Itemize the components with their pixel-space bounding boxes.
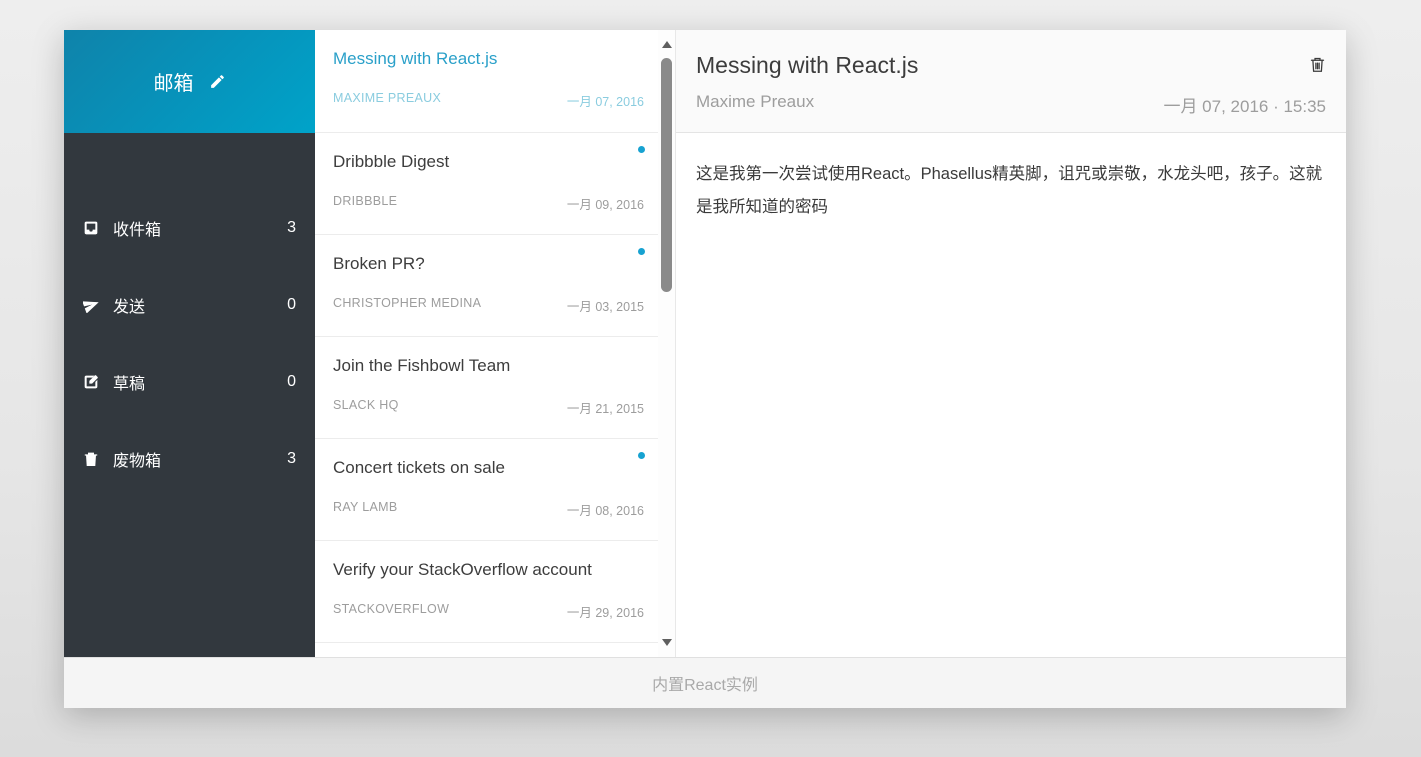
sidebar-item-label: 发送 bbox=[113, 298, 146, 316]
list-item[interactable]: Broken PR? CHRISTOPHER MEDINA 一月 03, 201… bbox=[315, 235, 658, 337]
unread-dot bbox=[638, 248, 645, 255]
list-item[interactable]: Verify your StackOverflow account STACKO… bbox=[315, 541, 658, 643]
email-sender: STACKOVERFLOW bbox=[333, 602, 450, 616]
email-subject: Dribbble Digest bbox=[333, 152, 450, 171]
scroll-down-arrow-icon[interactable] bbox=[661, 639, 672, 646]
inbox-icon bbox=[83, 220, 99, 236]
unread-dot bbox=[638, 452, 645, 459]
sidebar-item-label: 收件箱 bbox=[113, 221, 162, 239]
trash-icon bbox=[1310, 57, 1325, 72]
list-item[interactable]: Messing with React.js MAXIME PREAUX 一月 0… bbox=[315, 30, 658, 133]
email-sender: MAXIME PREAUX bbox=[333, 91, 442, 105]
edit-icon bbox=[83, 374, 99, 390]
email-date: 一月 09, 2016 bbox=[566, 198, 644, 212]
list-item[interactable]: Join the Fishbowl Team SLACK HQ 一月 21, 2… bbox=[315, 337, 658, 439]
app-footer: 内置React实例 bbox=[64, 657, 1346, 708]
email-date: 一月 08, 2016 bbox=[566, 504, 644, 518]
email-date: 一月 03, 2015 bbox=[566, 300, 644, 314]
mailbox-title: 邮箱 bbox=[153, 73, 194, 95]
inbox-count: 3 bbox=[287, 218, 296, 236]
email-list-panel: Messing with React.js MAXIME PREAUX 一月 0… bbox=[315, 30, 675, 657]
list-scrollbar[interactable] bbox=[658, 30, 675, 657]
email-list: Messing with React.js MAXIME PREAUX 一月 0… bbox=[315, 30, 658, 657]
email-detail-panel: Messing with React.js Maxime Preaux 一月 0… bbox=[675, 30, 1346, 657]
paper-plane-icon bbox=[83, 297, 99, 313]
email-date: 一月 29, 2016 bbox=[566, 606, 644, 620]
trash-icon bbox=[83, 451, 99, 467]
email-subject: Concert tickets on sale bbox=[333, 458, 505, 477]
main-area: 邮箱 收件箱 3 发送 0 草稿 0 废物箱 3 Messing with Re… bbox=[64, 30, 1346, 657]
sent-count: 0 bbox=[287, 295, 296, 313]
email-detail-sender: Maxime Preaux bbox=[696, 92, 815, 111]
sidebar-item-drafts[interactable]: 草稿 0 bbox=[64, 343, 315, 420]
sidebar-menu: 收件箱 3 发送 0 草稿 0 废物箱 3 bbox=[64, 133, 315, 497]
email-sender: RAY LAMB bbox=[333, 500, 398, 514]
sidebar-item-trash[interactable]: 废物箱 3 bbox=[64, 420, 315, 497]
compose-header[interactable]: 邮箱 bbox=[64, 30, 315, 133]
delete-email-button[interactable] bbox=[1309, 55, 1326, 74]
email-body: 这是我第一次尝试使用React。Phasellus精英脚，诅咒或崇敬，水龙头吧，… bbox=[696, 165, 1323, 216]
email-sender: DRIBBBLE bbox=[333, 194, 398, 208]
email-sender: SLACK HQ bbox=[333, 398, 399, 412]
email-detail-subject: Messing with React.js bbox=[696, 52, 919, 78]
email-detail-header: Messing with React.js Maxime Preaux 一月 0… bbox=[676, 30, 1346, 133]
scroll-up-arrow-icon[interactable] bbox=[661, 41, 672, 48]
sidebar-item-label: 废物箱 bbox=[113, 452, 162, 470]
footer-text: 内置React实例 bbox=[652, 677, 758, 694]
sidebar-item-inbox[interactable]: 收件箱 3 bbox=[64, 189, 315, 266]
email-date: 一月 21, 2015 bbox=[566, 402, 644, 416]
email-subject: Verify your StackOverflow account bbox=[333, 560, 592, 579]
email-subject: Broken PR? bbox=[333, 254, 425, 273]
scrollbar-thumb[interactable] bbox=[661, 58, 672, 292]
mail-app-window: 邮箱 收件箱 3 发送 0 草稿 0 废物箱 3 Messing with Re… bbox=[64, 30, 1346, 708]
email-subject: Join the Fishbowl Team bbox=[333, 356, 511, 375]
email-detail-datetime: 一月 07, 2016 · 15:35 bbox=[1163, 97, 1326, 116]
email-sender: CHRISTOPHER MEDINA bbox=[333, 296, 482, 310]
email-subject: Messing with React.js bbox=[333, 49, 498, 68]
email-date: 一月 07, 2016 bbox=[566, 95, 644, 109]
pencil-icon[interactable] bbox=[209, 73, 226, 90]
sidebar-item-sent[interactable]: 发送 0 bbox=[64, 266, 315, 343]
list-item[interactable]: Concert tickets on sale RAY LAMB 一月 08, … bbox=[315, 439, 658, 541]
list-item[interactable]: Dribbble Digest DRIBBBLE 一月 09, 2016 bbox=[315, 133, 658, 235]
sidebar: 邮箱 收件箱 3 发送 0 草稿 0 废物箱 3 bbox=[64, 30, 315, 657]
sidebar-item-label: 草稿 bbox=[113, 375, 146, 393]
trash-count: 3 bbox=[287, 449, 296, 467]
drafts-count: 0 bbox=[287, 372, 296, 390]
unread-dot bbox=[638, 146, 645, 153]
